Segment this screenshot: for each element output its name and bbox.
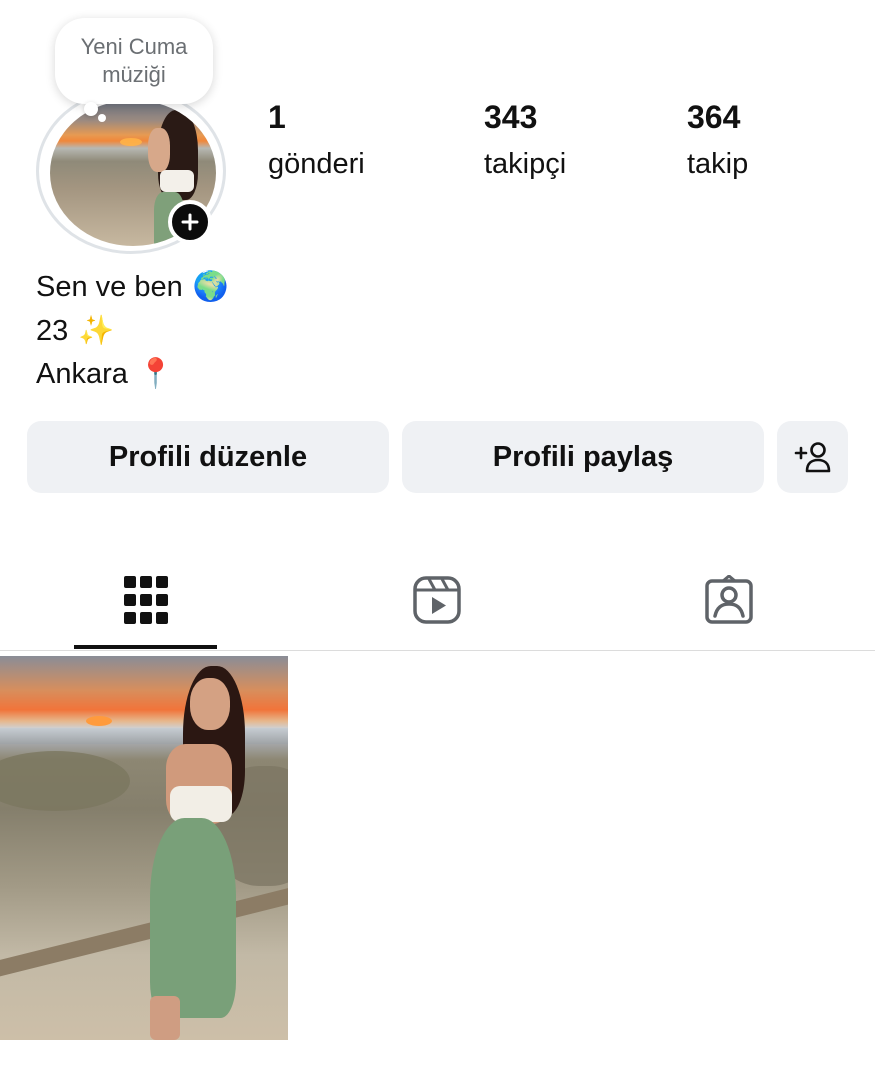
followers-count: 343 — [484, 99, 538, 135]
bubble-tail-dot — [84, 102, 98, 116]
plus-icon — [181, 213, 199, 231]
bio-line: Sen ve ben 🌍 — [36, 266, 229, 310]
globe-emoji: 🌍 — [192, 271, 229, 303]
tabs-divider — [0, 650, 875, 651]
following-label: takip — [687, 148, 749, 180]
reels-icon — [413, 576, 461, 624]
following-count: 364 — [687, 99, 741, 135]
person-add-icon — [794, 442, 830, 473]
share-profile-button[interactable]: Profili paylaş — [402, 421, 764, 493]
followers-label: takipçi — [484, 148, 567, 180]
discover-people-button[interactable] — [777, 421, 848, 493]
pin-emoji: 📍 — [137, 358, 174, 390]
posts-label: gönderi — [268, 148, 365, 180]
bio-line: 23 ✨ — [36, 310, 229, 354]
edit-profile-button[interactable]: Profili düzenle — [27, 421, 389, 493]
posts-count: 1 — [268, 99, 286, 135]
bio-text: Ankara — [36, 358, 128, 390]
active-tab-indicator — [74, 645, 217, 649]
tab-posts-grid[interactable] — [106, 560, 186, 640]
bio-text: Sen ve ben — [36, 271, 183, 303]
tab-reels[interactable] — [397, 560, 477, 640]
grid-icon — [124, 576, 168, 624]
add-story-button[interactable] — [168, 200, 212, 244]
edit-profile-label: Profili düzenle — [108, 440, 308, 473]
share-profile-label: Profili paylaş — [492, 440, 674, 473]
tab-tagged[interactable] — [689, 560, 769, 640]
followers-stat[interactable]: 343 takipçi — [484, 98, 566, 182]
music-note-text: Yeni Cuma müziği — [80, 34, 188, 87]
following-stat[interactable]: 364 takip — [687, 98, 748, 182]
music-note-bubble[interactable]: Yeni Cuma müziği — [55, 18, 213, 104]
bio-line: Ankara 📍 — [36, 353, 229, 397]
sparkles-emoji: ✨ — [78, 314, 115, 347]
profile-bio: Sen ve ben 🌍 23 ✨ Ankara 📍 — [36, 266, 229, 397]
posts-stat[interactable]: 1 gönderi — [268, 98, 365, 182]
profile-avatar[interactable] — [36, 88, 232, 258]
bio-text: 23 — [36, 314, 69, 347]
bubble-tail-dot-small — [98, 114, 106, 122]
tagged-icon — [705, 575, 753, 624]
post-thumbnail[interactable] — [0, 656, 288, 1040]
